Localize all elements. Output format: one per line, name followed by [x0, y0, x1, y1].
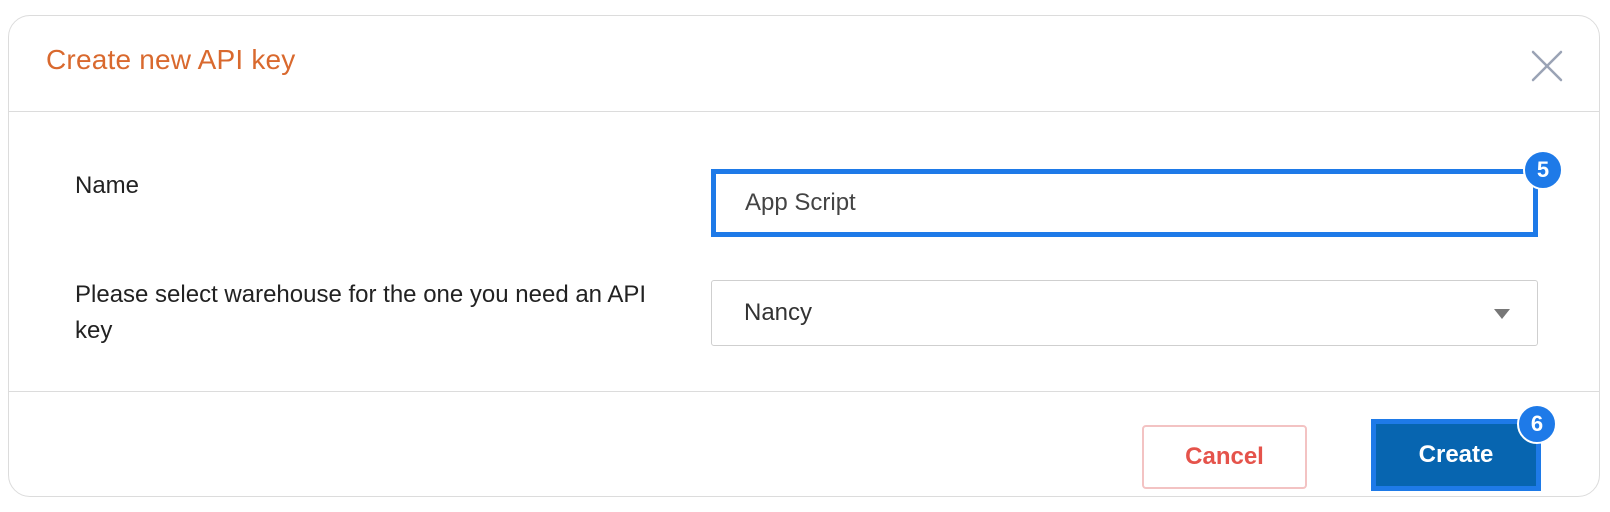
name-input[interactable]	[711, 169, 1538, 237]
warehouse-select[interactable]: Nancy	[711, 280, 1538, 346]
dialog-footer: Cancel Create 6	[9, 392, 1599, 496]
create-button-highlight: Create	[1371, 419, 1541, 491]
dialog-header: Create new API key	[9, 16, 1599, 112]
dialog-body: Name 5 Please select warehouse for the o…	[9, 112, 1599, 392]
create-button[interactable]: Create	[1376, 424, 1536, 486]
close-icon	[1531, 50, 1563, 82]
caret-down-icon	[1494, 309, 1510, 319]
step-badge-5: 5	[1523, 150, 1563, 190]
dialog-title: Create new API key	[46, 44, 296, 75]
close-button[interactable]	[1529, 48, 1565, 84]
warehouse-select-value: Nancy	[744, 299, 813, 326]
warehouse-label: Please select warehouse for the one you …	[75, 281, 647, 344]
create-api-key-dialog: Create new API key Name 5 Please select …	[8, 15, 1600, 497]
step-badge-6: 6	[1517, 404, 1557, 444]
cancel-button[interactable]: Cancel	[1142, 425, 1307, 489]
name-label: Name	[75, 172, 140, 199]
